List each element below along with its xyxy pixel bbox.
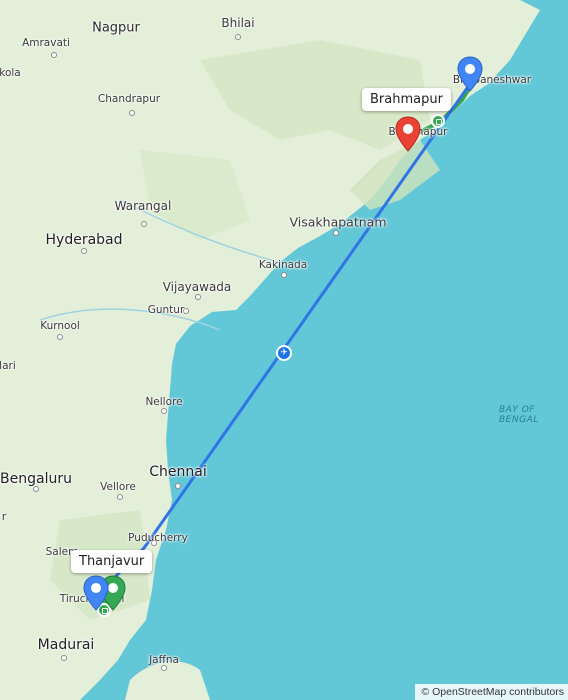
city-label-vijayawada: Vijayawada	[162, 280, 232, 294]
city-label-kakinada: Kakinada	[258, 259, 308, 271]
sri-lanka	[125, 661, 210, 700]
city-label-kola: kola	[0, 67, 21, 79]
city-label-warangal: Warangal	[114, 199, 172, 213]
city-label-chandrapur: Chandrapur	[97, 93, 161, 105]
city-dot-visakhapatnam	[333, 230, 339, 236]
city-label-chennai: Chennai	[149, 464, 207, 480]
city-dot-vellore	[117, 494, 123, 500]
city-dot-nellore	[161, 408, 167, 414]
destination-callout[interactable]: Brahmapur	[362, 88, 451, 111]
city-dot-bhilai	[235, 34, 241, 40]
city-label-kurnool: Kurnool	[40, 320, 80, 332]
city-dot-amravati	[51, 52, 57, 58]
city-label-puducherry: Puducherry	[128, 532, 188, 544]
city-dot-kakinada	[281, 272, 287, 278]
city-label-vellore: Vellore	[100, 481, 136, 493]
city-label-nellore: Nellore	[145, 396, 183, 408]
origin-callout[interactable]: Thanjavur	[71, 550, 153, 573]
origin-pin-icon[interactable]	[457, 56, 483, 92]
destination-pin-icon[interactable]	[395, 116, 421, 152]
city-label-madurai: Madurai	[37, 637, 95, 653]
bus-icon[interactable]	[431, 114, 445, 128]
city-dot-vijayawada	[195, 294, 201, 300]
city-label-bengaluru: Bengaluru	[0, 471, 72, 487]
city-dot-hyderabad	[81, 248, 87, 254]
city-label-r: r	[1, 511, 7, 523]
city-label-bhilai: Bhilai	[221, 16, 255, 30]
city-label-nagpur: Nagpur	[92, 20, 140, 36]
city-label-guntur: Guntur	[147, 304, 185, 316]
city-label-llari: llari	[0, 360, 16, 372]
thanjavur-pin-icon[interactable]	[83, 575, 109, 611]
city-dot-warangal	[141, 221, 147, 227]
map-canvas[interactable]: Nagpur Bhilai Amravati kola Chandrapur W…	[0, 0, 568, 700]
city-dot-chandrapur	[129, 110, 135, 116]
city-label-hyderabad: Hyderabad	[45, 232, 123, 248]
airplane-icon[interactable]: ✈	[276, 345, 292, 361]
city-label-jaffna: Jaffna	[149, 654, 179, 666]
city-dot-madurai	[61, 655, 67, 661]
city-dot-kurnool	[57, 334, 63, 340]
city-dot-chennai	[175, 483, 181, 489]
city-label-visakhapatnam: Visakhapatnam	[289, 214, 387, 230]
sea-label-bay-of-bengal: BAY OF BENGAL	[499, 405, 539, 425]
city-label-amravati: Amravati	[22, 37, 70, 49]
map-attribution[interactable]: © OpenStreetMap contributors	[415, 684, 568, 700]
